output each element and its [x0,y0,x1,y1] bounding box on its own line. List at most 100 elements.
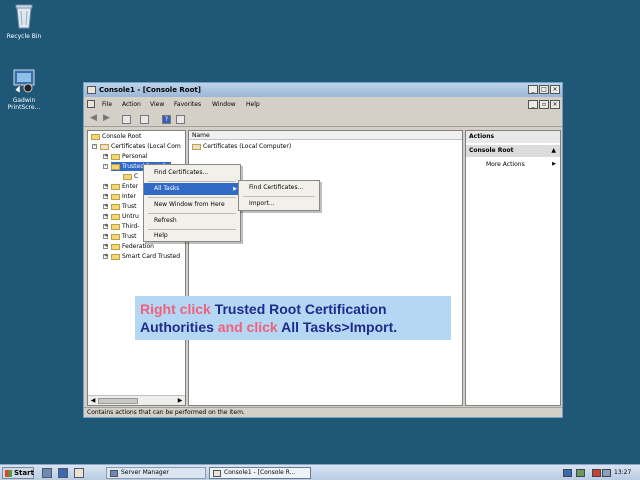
inner-restore-button[interactable]: ▫ [539,100,549,109]
submenu-find-certificates[interactable]: Find Certificates... [239,182,319,194]
tree-item-third-party[interactable]: Third- [111,222,139,231]
ctx-all-tasks[interactable]: All Tasks ▶ [144,183,240,195]
actions-pane: Actions Console Root ▲ More Actions ▶ [465,130,561,406]
context-menu: Find Certificates... All Tasks ▶ New Win… [143,164,241,242]
properties-icon[interactable] [140,115,149,124]
submenu-arrow-icon: ▶ [552,161,556,167]
folder-icon [111,203,120,210]
tray-network-icon[interactable] [563,469,572,477]
tree-item-console-root[interactable]: Console Root [91,132,141,141]
help-icon[interactable]: ? [162,115,171,124]
server-manager-quicklaunch-icon[interactable] [42,468,52,478]
tree-item-federation[interactable]: Federation [111,242,154,251]
task-console1[interactable]: Console1 - [Console R... [209,467,311,479]
tree-item-certificates-sub[interactable]: C [123,172,138,181]
window-titlebar[interactable]: Console1 - [Console Root] _ □ × [84,83,562,97]
collapse-icon[interactable]: - [103,164,108,169]
up-icon[interactable] [122,115,131,124]
tree-item-smart-card[interactable]: Smart Card Trusted [111,252,180,261]
maximize-button[interactable]: □ [539,85,549,94]
certificate-store-icon [192,143,201,150]
callout-part-1: Right click [140,301,215,317]
expand-icon[interactable]: + [103,254,108,259]
inner-close-button[interactable]: × [550,100,560,109]
ctx-separator [243,196,315,197]
recycle-bin-icon [11,2,37,30]
close-button[interactable]: × [550,85,560,94]
console-menu-icon[interactable] [87,100,95,108]
expand-icon[interactable]: + [103,194,108,199]
minimize-button[interactable]: _ [528,85,538,94]
tree-item-certificates-local[interactable]: Certificates (Local Com [100,142,181,151]
submenu-import[interactable]: Import... [239,198,319,210]
expand-icon[interactable]: + [103,184,108,189]
expand-icon[interactable]: + [103,154,108,159]
list-column-header[interactable]: Name [189,131,462,140]
back-icon[interactable]: ◀ [89,114,98,124]
printscreen-app-icon [11,66,37,94]
folder-icon [111,213,120,220]
expand-icon[interactable]: + [103,234,108,239]
ctx-new-window[interactable]: New Window from Here [144,199,240,211]
show-hide-icon[interactable] [176,115,185,124]
scroll-left-icon[interactable]: ◀ [89,397,97,405]
expand-icon[interactable]: + [103,214,108,219]
menu-file[interactable]: File [102,101,112,108]
folder-icon [111,223,120,230]
scroll-thumb[interactable] [98,398,138,404]
tray-security-icon[interactable] [592,469,601,477]
recycle-bin-desktop-icon[interactable]: Recycle Bin [0,2,48,40]
instruction-callout: Right click Trusted Root Certification A… [135,296,451,340]
collapse-icon[interactable]: - [92,144,97,149]
start-button[interactable]: Start [2,467,34,479]
scroll-right-icon[interactable]: ▶ [176,397,184,405]
collapse-arrow-icon[interactable]: ▲ [551,145,556,157]
action-more-actions[interactable]: More Actions ▶ [486,160,556,169]
expand-icon[interactable]: + [103,204,108,209]
explorer-quicklaunch-icon[interactable] [74,468,84,478]
folder-icon [111,253,120,260]
powershell-quicklaunch-icon[interactable] [58,468,68,478]
forward-icon[interactable]: ▶ [102,114,111,124]
tree-item-enterprise[interactable]: Enter [111,182,138,191]
tree-item-trusted-publishers[interactable]: Trust [111,202,137,211]
expand-icon[interactable]: + [103,224,108,229]
folder-icon [111,193,120,200]
recycle-bin-label: Recycle Bin [6,33,42,40]
list-item-certificates-local-computer[interactable]: Certificates (Local Computer) [192,142,291,151]
ctx-help[interactable]: Help [144,230,240,242]
folder-icon [111,153,120,160]
clock[interactable]: 13:27 [614,468,631,478]
menu-action[interactable]: Action [122,101,141,108]
menu-favorites[interactable]: Favorites [174,101,201,108]
console-app-icon [87,86,96,94]
folder-icon [123,173,132,180]
tree-item-personal[interactable]: Personal [111,152,148,161]
column-name[interactable]: Name [189,132,210,139]
ctx-separator [148,197,236,198]
tray-volume-icon[interactable] [602,469,611,477]
actions-section-console-root[interactable]: Console Root ▲ [466,145,560,157]
tree-horizontal-scrollbar[interactable]: ◀ ▶ [88,395,185,405]
all-tasks-submenu: Find Certificates... Import... [238,180,320,211]
tree-item-untrusted[interactable]: Untru [111,212,139,221]
ctx-find-certificates[interactable]: Find Certificates... [144,167,240,179]
tree-item-intermediate[interactable]: Inter [111,192,136,201]
folder-icon [91,133,100,140]
server-manager-icon [110,470,118,477]
folder-icon [111,233,120,240]
taskbar: Start Server Manager Console1 - [Console… [0,464,640,480]
inner-minimize-button[interactable]: _ [528,100,538,109]
menu-view[interactable]: View [150,101,164,108]
menu-window[interactable]: Window [212,101,236,108]
menu-help[interactable]: Help [246,101,260,108]
tray-app-icon[interactable] [576,469,585,477]
task-server-manager[interactable]: Server Manager [106,467,206,479]
folder-icon [111,163,120,170]
tree-item-trusted-people[interactable]: Trust [111,232,137,241]
ctx-separator [148,181,236,182]
expand-icon[interactable]: + [103,244,108,249]
gadwin-desktop-icon[interactable]: Gadwin PrintScre... [0,66,48,111]
ctx-refresh[interactable]: Refresh [144,215,240,227]
menu-bar: File Action View Favorites Window Help _… [84,98,562,111]
